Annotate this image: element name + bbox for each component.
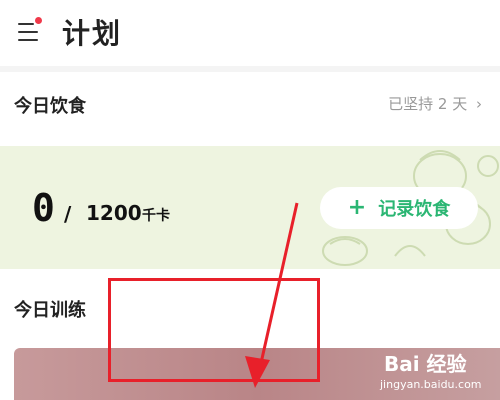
watermark-url: jingyan.baidu.com — [380, 378, 482, 391]
watermark: Bai 经验 jingyan.baidu.com — [380, 346, 500, 400]
watermark-logo: Bai 经验 — [384, 352, 467, 376]
annotation-arrow-icon — [245, 202, 299, 388]
